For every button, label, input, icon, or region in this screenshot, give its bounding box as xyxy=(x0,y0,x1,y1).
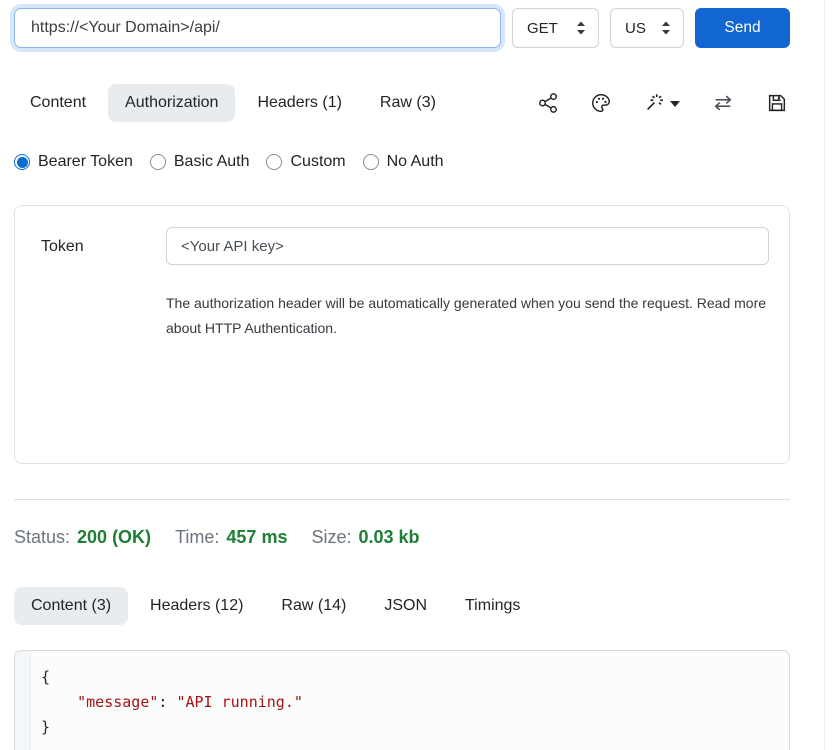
radio-icon[interactable] xyxy=(150,154,166,170)
radio-checked-icon[interactable] xyxy=(14,154,30,170)
toolbar xyxy=(537,92,790,114)
auth-option-no-auth[interactable]: No Auth xyxy=(363,153,444,171)
status-value: 200 (OK) xyxy=(77,527,151,548)
response-status-bar: Status: 200 (OK) Time: 457 ms Size: 0.03… xyxy=(14,524,790,551)
json-line: "message": "API running." xyxy=(41,690,779,715)
status-label: Status: xyxy=(14,527,70,548)
token-input[interactable] xyxy=(166,227,769,265)
auth-option-custom[interactable]: Custom xyxy=(266,153,345,171)
response-tab-timings[interactable]: Timings xyxy=(449,587,536,625)
json-line: } xyxy=(41,715,779,740)
request-bar: GET US Send xyxy=(14,0,790,48)
method-select-value: GET xyxy=(527,20,558,37)
tab-content[interactable]: Content xyxy=(14,84,102,122)
token-help-line2: about HTTP Authentication. xyxy=(166,316,769,341)
auth-option-label: No Auth xyxy=(387,153,444,171)
auth-option-label: Custom xyxy=(290,153,345,171)
response-tab-json[interactable]: JSON xyxy=(368,587,443,625)
token-panel: Token The authorization header will be a… xyxy=(14,205,790,464)
token-label: Token xyxy=(35,227,166,341)
right-column-divider xyxy=(824,0,825,750)
region-select[interactable]: US xyxy=(610,8,684,48)
chevron-down-icon xyxy=(670,101,680,107)
auth-option-label: Basic Auth xyxy=(174,153,250,171)
size-value: 0.03 kb xyxy=(359,527,420,548)
auth-option-basic-auth[interactable]: Basic Auth xyxy=(150,153,250,171)
response-json: { "message": "API running." } xyxy=(31,651,789,750)
radio-icon[interactable] xyxy=(363,154,379,170)
response-tab-headers[interactable]: Headers (12) xyxy=(134,587,259,625)
section-divider xyxy=(14,499,790,500)
response-body-panel: { "message": "API running." } xyxy=(14,650,790,750)
auth-option-label: Bearer Token xyxy=(38,153,133,171)
select-updown-icon xyxy=(576,21,586,35)
magic-wand-icon[interactable] xyxy=(643,92,680,114)
response-tab-raw[interactable]: Raw (14) xyxy=(265,587,362,625)
region-select-value: US xyxy=(625,20,646,37)
tab-headers[interactable]: Headers (1) xyxy=(241,84,357,122)
palette-icon[interactable] xyxy=(590,92,612,114)
select-updown-icon xyxy=(661,21,671,35)
tab-authorization[interactable]: Authorization xyxy=(108,84,235,122)
json-value: "API running." xyxy=(176,693,302,711)
json-key: "message" xyxy=(77,693,158,711)
send-button[interactable]: Send xyxy=(695,8,790,48)
json-line: { xyxy=(41,665,779,690)
auth-option-bearer-token[interactable]: Bearer Token xyxy=(14,153,133,171)
swap-arrows-icon[interactable] xyxy=(711,92,735,114)
url-input[interactable] xyxy=(14,8,501,48)
response-tab-content[interactable]: Content (3) xyxy=(14,587,128,625)
code-gutter xyxy=(15,651,31,750)
auth-options: Bearer Token Basic Auth Custom No Auth xyxy=(14,151,790,173)
time-value: 457 ms xyxy=(226,527,287,548)
radio-icon[interactable] xyxy=(266,154,282,170)
response-tabs-row: Content (3) Headers (12) Raw (14) JSON T… xyxy=(14,586,790,625)
token-help-line1: The authorization header will be automat… xyxy=(166,291,769,316)
time-label: Time: xyxy=(175,527,219,548)
tab-raw[interactable]: Raw (3) xyxy=(364,84,452,122)
method-select[interactable]: GET xyxy=(512,8,599,48)
share-icon[interactable] xyxy=(537,92,559,114)
api-tester-app: GET US Send Content Authorization Header… xyxy=(0,0,837,750)
token-help-text: The authorization header will be automat… xyxy=(166,291,769,341)
request-tabs-row: Content Authorization Headers (1) Raw (3… xyxy=(14,83,790,122)
save-icon[interactable] xyxy=(766,92,788,114)
size-label: Size: xyxy=(311,527,351,548)
